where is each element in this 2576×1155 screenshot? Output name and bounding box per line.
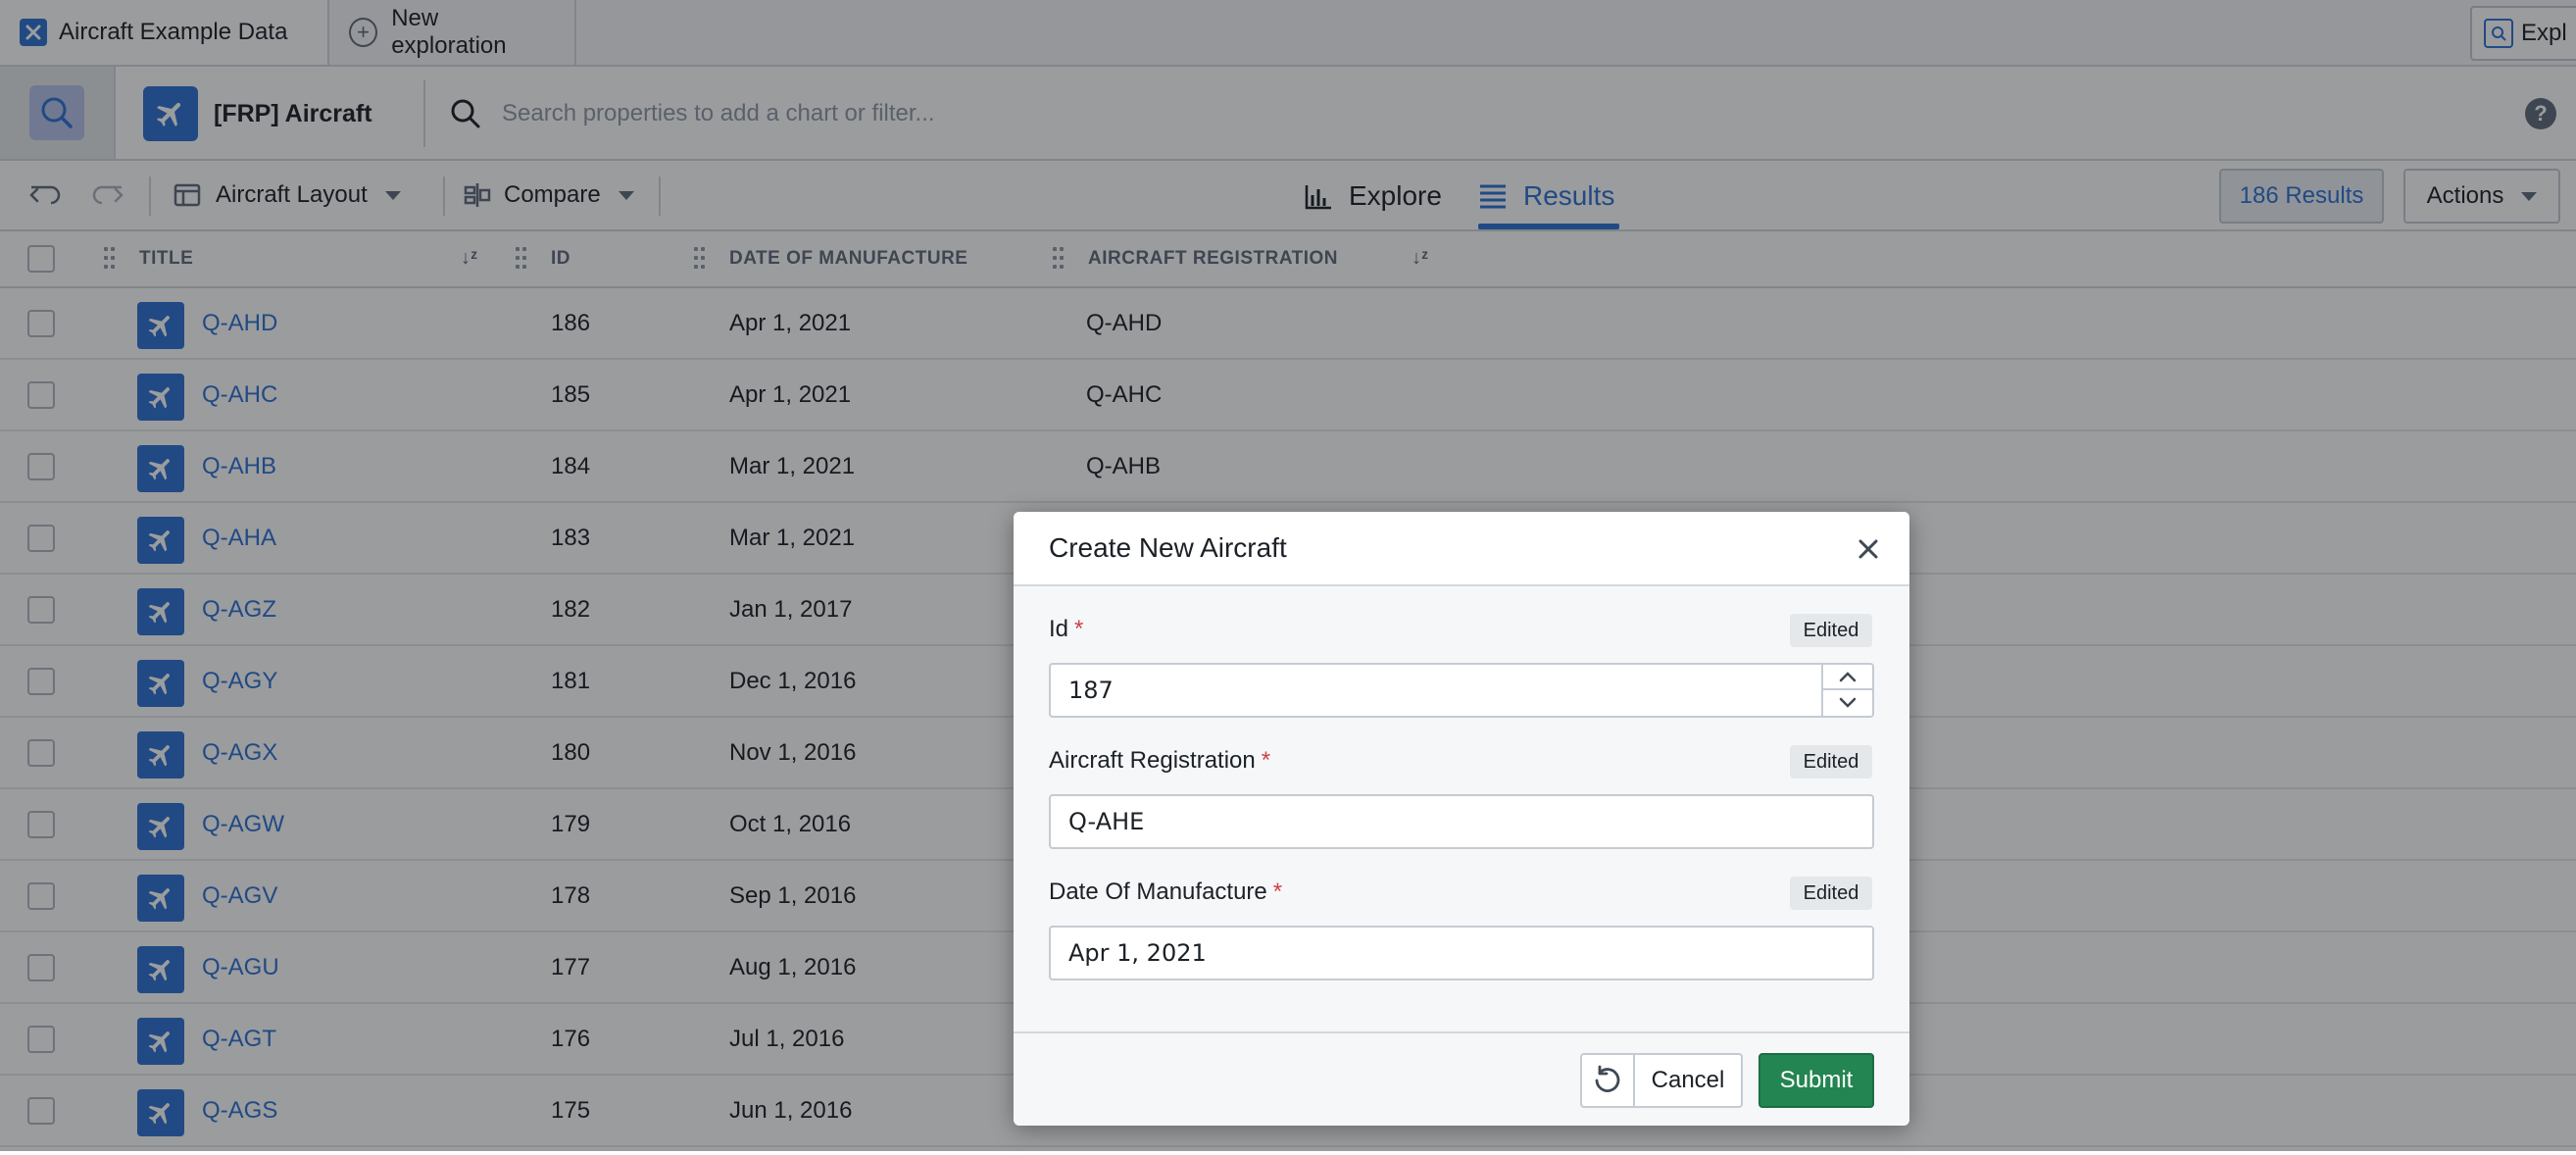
dialog-footer: Cancel Submit — [1014, 1031, 1909, 1126]
close-icon[interactable] — [1851, 531, 1886, 567]
edited-badge: Edited — [1790, 877, 1872, 910]
aircraft-registration-field[interactable]: Q-AHE — [1049, 794, 1874, 849]
submit-button[interactable]: Submit — [1759, 1053, 1874, 1108]
required-marker: * — [1261, 747, 1271, 774]
window-edge — [0, 1151, 2576, 1155]
reset-button[interactable] — [1580, 1053, 1635, 1108]
date-of-manufacture-field[interactable]: Apr 1, 2021 — [1049, 926, 1874, 980]
cancel-button[interactable]: Cancel — [1633, 1053, 1743, 1108]
edited-badge: Edited — [1790, 745, 1872, 778]
required-marker: * — [1272, 879, 1283, 905]
edited-badge: Edited — [1790, 614, 1872, 647]
reset-icon — [1595, 1065, 1620, 1092]
field-label-id: Id * — [1049, 614, 1083, 645]
field-label-text: Aircraft Registration — [1049, 747, 1256, 774]
dialog-header: Create New Aircraft — [1014, 512, 1909, 586]
field-label-aircraft-registration: Aircraft Registration * — [1049, 745, 1270, 777]
chevron-down-icon[interactable] — [1823, 690, 1872, 716]
id-field[interactable]: 187 — [1049, 663, 1823, 718]
create-aircraft-dialog: Create New Aircraft Id * Edited 187 Aircr… — [1014, 512, 1909, 1126]
field-label-text: Date Of Manufacture — [1049, 879, 1267, 905]
field-label-text: Id — [1049, 616, 1069, 642]
dialog-title: Create New Aircraft — [1049, 532, 1287, 563]
chevron-up-icon[interactable] — [1823, 665, 1872, 690]
id-stepper[interactable] — [1821, 663, 1874, 718]
field-label-date-of-manufacture: Date Of Manufacture * — [1049, 877, 1282, 908]
required-marker: * — [1074, 616, 1084, 642]
